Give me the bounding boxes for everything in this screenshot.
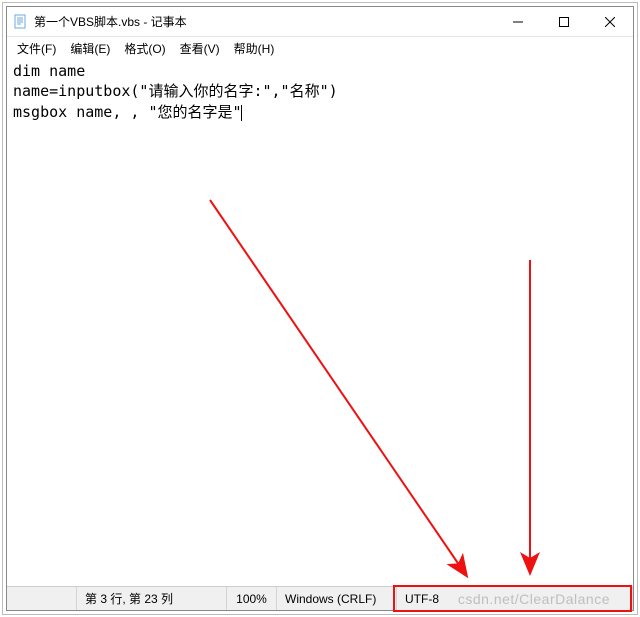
minimize-button[interactable] xyxy=(495,7,541,36)
menu-edit[interactable]: 编辑(E) xyxy=(64,38,116,59)
menu-view[interactable]: 查看(V) xyxy=(174,38,226,59)
text-editor[interactable]: dim name name=inputbox("请输入你的名字:","名称") … xyxy=(7,59,633,586)
menubar: 文件(F) 编辑(E) 格式(O) 查看(V) 帮助(H) xyxy=(7,37,633,59)
status-encoding-label: UTF-8 xyxy=(405,592,439,606)
menu-file[interactable]: 文件(F) xyxy=(11,38,62,59)
status-spacer xyxy=(7,587,77,610)
window-title: 第一个VBS脚本.vbs - 记事本 xyxy=(34,13,495,30)
text-cursor xyxy=(241,105,242,121)
notepad-icon xyxy=(13,14,29,30)
statusbar: 第 3 行, 第 23 列 100% Windows (CRLF) UTF-8 xyxy=(7,586,633,610)
notepad-window: 第一个VBS脚本.vbs - 记事本 文件(F) 编辑(E) 格式(O) 查看(… xyxy=(6,6,634,611)
status-encoding: UTF-8 xyxy=(397,587,633,610)
maximize-button[interactable] xyxy=(541,7,587,36)
menu-help[interactable]: 帮助(H) xyxy=(228,38,281,59)
close-button[interactable] xyxy=(587,7,633,36)
status-line-ending: Windows (CRLF) xyxy=(277,587,397,610)
editor-content: dim name name=inputbox("请输入你的名字:","名称") … xyxy=(13,62,338,121)
menu-format[interactable]: 格式(O) xyxy=(118,38,171,59)
window-controls xyxy=(495,7,633,36)
status-position: 第 3 行, 第 23 列 xyxy=(77,587,227,610)
status-zoom: 100% xyxy=(227,587,277,610)
titlebar: 第一个VBS脚本.vbs - 记事本 xyxy=(7,7,633,37)
